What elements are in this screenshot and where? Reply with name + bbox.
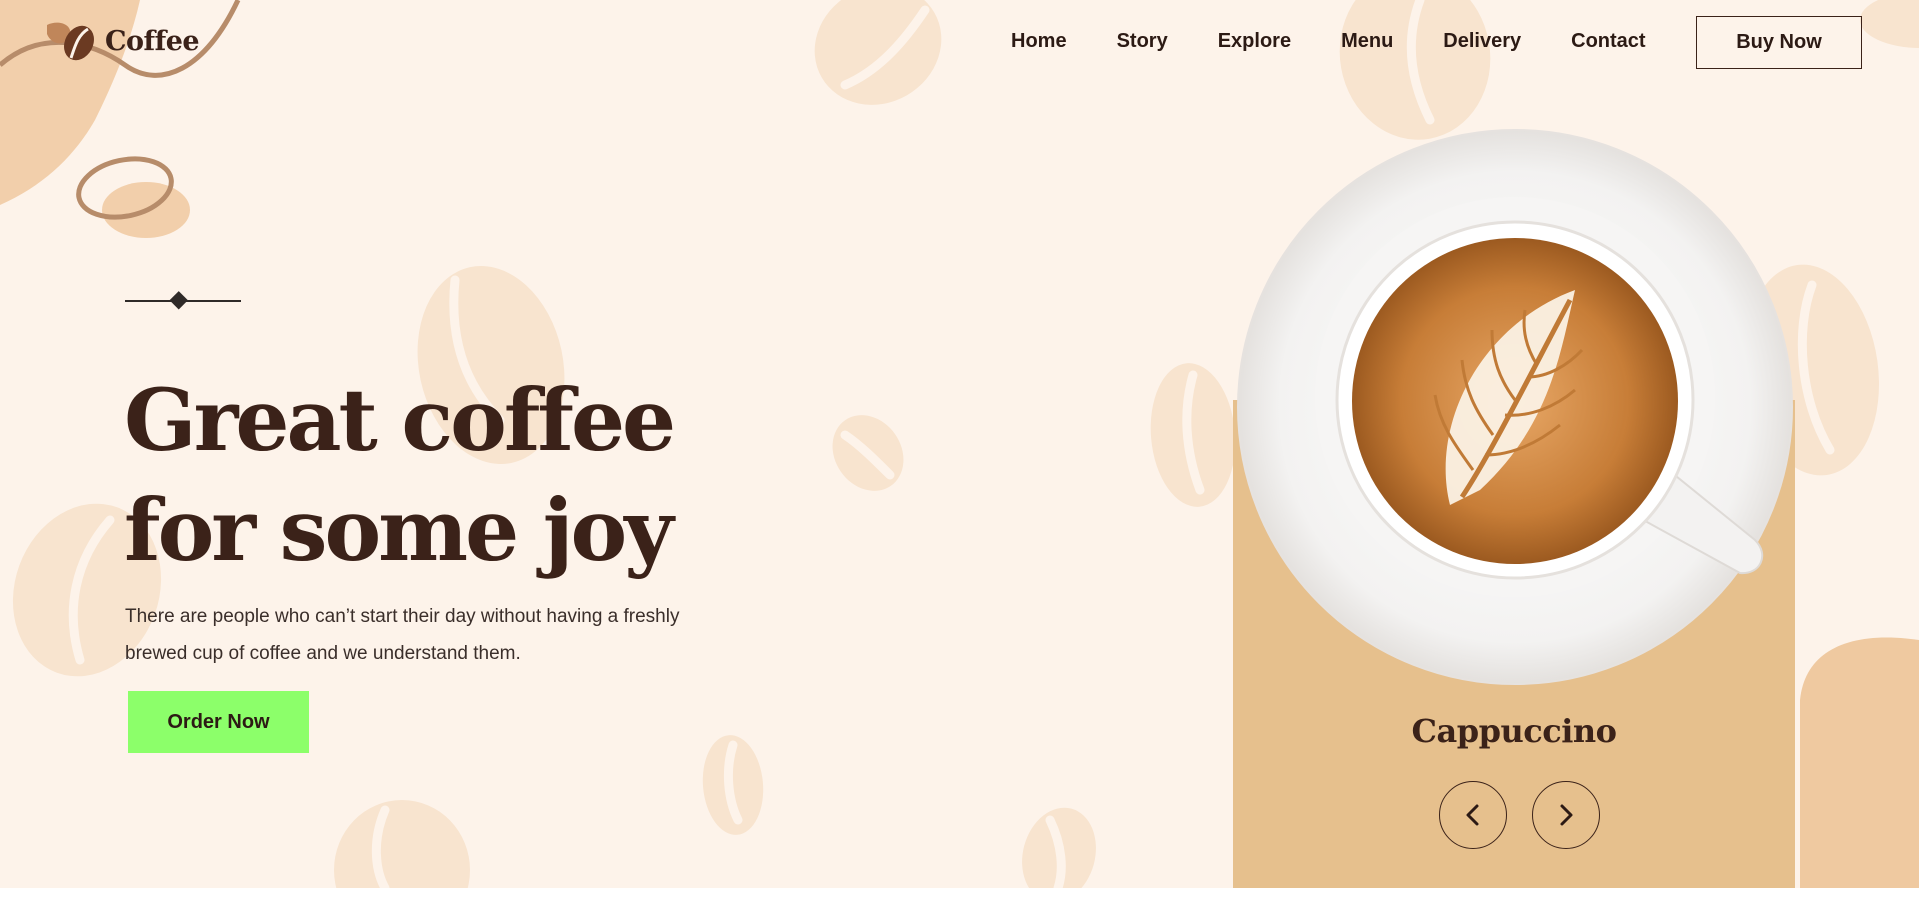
nav-delivery[interactable]: Delivery — [1443, 30, 1521, 53]
diamond-divider — [125, 291, 241, 310]
chevron-left-icon — [1466, 804, 1479, 826]
headline-line-2: for some joy — [124, 481, 674, 581]
chevron-right-icon — [1560, 804, 1573, 826]
nav-home[interactable]: Home — [1011, 30, 1067, 53]
hero-section: Coffee Home Story Explore Menu Delivery … — [0, 0, 1919, 888]
buy-now-button[interactable]: Buy Now — [1696, 16, 1862, 69]
nav-menu[interactable]: Menu — [1341, 30, 1393, 53]
nav-story[interactable]: Story — [1117, 30, 1168, 53]
cappuccino-image — [1237, 129, 1793, 685]
product-name: Cappuccino — [1411, 712, 1617, 750]
main-nav: Home Story Explore Menu Delivery Contact — [1000, 30, 1646, 53]
previous-slide-button[interactable] — [1439, 781, 1507, 849]
hero-headline: Great coffee for some joy — [124, 366, 824, 586]
next-slide-button[interactable] — [1532, 781, 1600, 849]
headline-line-1: Great coffee — [124, 371, 676, 471]
brand-logo[interactable]: Coffee — [45, 20, 200, 62]
order-now-button[interactable]: Order Now — [128, 691, 309, 753]
nav-contact[interactable]: Contact — [1571, 30, 1645, 53]
nav-explore[interactable]: Explore — [1218, 30, 1291, 53]
hero-description: There are people who can’t start their d… — [125, 606, 680, 664]
coffee-bean-icon — [47, 22, 94, 61]
brand-name: Coffee — [105, 25, 200, 57]
